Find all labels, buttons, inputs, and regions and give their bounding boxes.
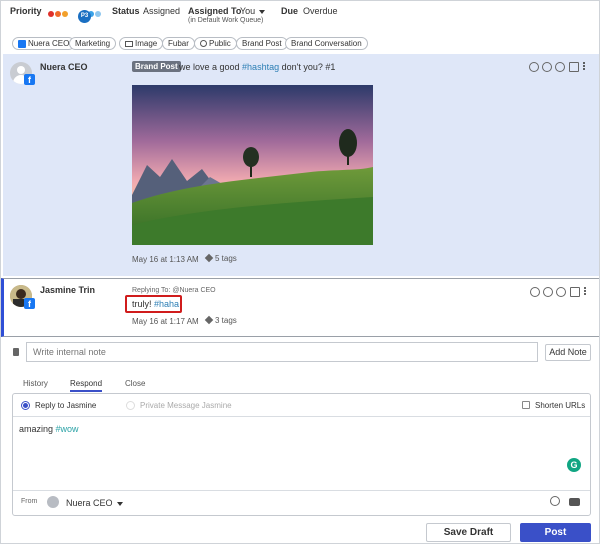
- post-actions: [529, 62, 589, 73]
- priority-dot: [62, 11, 68, 17]
- compose-textarea[interactable]: amazing #wow: [19, 424, 79, 434]
- tag-chip[interactable]: Brand Post: [236, 37, 288, 50]
- tag-icon: [204, 315, 214, 325]
- brand-post-badge: Brand Post: [132, 61, 181, 72]
- reply-text: truly! #haha: [132, 299, 179, 309]
- chevron-down-icon: [116, 501, 123, 506]
- reply-author[interactable]: Jasmine Trin: [40, 285, 95, 295]
- status-label: Status: [112, 6, 140, 16]
- post-button[interactable]: Post: [520, 523, 591, 542]
- message-view: Priority P3 Status Assigned Assigned To …: [0, 0, 600, 544]
- reply-card[interactable]: f Jasmine Trin Replying To: @Nuera CEO t…: [1, 278, 599, 337]
- compose-text: amazing: [19, 424, 56, 434]
- internal-note-input[interactable]: [26, 342, 538, 362]
- tag-label: Public: [209, 39, 231, 48]
- hashtag-link: #wow: [55, 424, 79, 434]
- save-draft-button[interactable]: Save Draft: [426, 523, 511, 542]
- avatar: [47, 496, 59, 508]
- tab-respond[interactable]: Respond: [70, 379, 103, 392]
- hashtag-link[interactable]: #hashtag: [242, 62, 279, 72]
- tag-chip[interactable]: Brand Conversation: [285, 37, 368, 50]
- reply-option-label[interactable]: Reply to Jasmine: [35, 401, 96, 410]
- open-external-icon[interactable]: [569, 62, 579, 72]
- tag-chip[interactable]: Fubar: [162, 37, 195, 50]
- status-value[interactable]: Assigned: [143, 6, 180, 16]
- reply-actions: [530, 287, 592, 298]
- from-account-name: Nuera CEO: [66, 498, 113, 508]
- priority-dot: [48, 11, 54, 17]
- post-tag-count[interactable]: 5 tags: [204, 253, 237, 263]
- post-author[interactable]: Nuera CEO: [40, 62, 88, 72]
- assigned-queue: (in Default Work Queue): [188, 17, 264, 24]
- tab-bar: History Respond Close: [12, 379, 591, 393]
- grammarly-icon[interactable]: G: [567, 458, 581, 472]
- tag-chip[interactable]: Marketing: [69, 37, 117, 50]
- tag-icon: [204, 253, 214, 263]
- tag-label: Brand Conversation: [291, 39, 362, 48]
- private-message-label[interactable]: Private Message Jasmine: [140, 401, 232, 410]
- open-external-icon[interactable]: [570, 287, 580, 297]
- tab-history[interactable]: History: [23, 379, 48, 388]
- emoji-icon[interactable]: [542, 62, 552, 72]
- due-value: Overdue: [303, 6, 338, 16]
- image-icon: [125, 40, 133, 47]
- private-message-radio[interactable]: [126, 401, 135, 410]
- post-image[interactable]: [132, 85, 373, 245]
- emoji-icon[interactable]: [556, 287, 566, 297]
- shorten-urls-label[interactable]: Shorten URLs: [535, 401, 585, 410]
- tab-close[interactable]: Close: [125, 379, 145, 388]
- from-label: From: [21, 498, 38, 505]
- more-options-icon[interactable]: [584, 287, 587, 297]
- emoji-icon[interactable]: [555, 62, 565, 72]
- more-options-icon[interactable]: [583, 62, 586, 72]
- hashtag-link[interactable]: #haha: [154, 299, 179, 309]
- tag-chip[interactable]: Image: [119, 37, 164, 50]
- tag-label: Nuera CEO: [28, 39, 70, 48]
- tag-count-label: 3 tags: [215, 316, 237, 325]
- facebook-icon: f: [24, 298, 35, 309]
- tag-chip[interactable]: Public: [194, 37, 237, 50]
- reply-text-start: truly!: [132, 299, 155, 309]
- priority-label: Priority: [10, 6, 42, 16]
- reply-tag-count[interactable]: 3 tags: [204, 315, 237, 325]
- note-icon: [13, 348, 19, 356]
- facebook-icon: [18, 39, 26, 48]
- assigned-label: Assigned To: [188, 6, 242, 16]
- due-label: Due: [281, 6, 299, 16]
- tag-label: Marketing: [75, 39, 111, 48]
- emoji-icon[interactable]: [543, 287, 553, 297]
- tag-label: Fubar: [168, 39, 189, 48]
- post-text-start: we love a good: [179, 62, 243, 72]
- compose-box: Reply to Jasmine Private Message Jasmine…: [12, 393, 591, 516]
- tag-count-label: 5 tags: [215, 254, 237, 263]
- facebook-icon: f: [24, 74, 35, 85]
- from-account-dropdown[interactable]: Nuera CEO: [66, 498, 123, 508]
- assigned-value: You: [240, 6, 256, 16]
- add-note-button[interactable]: Add Note: [545, 344, 591, 361]
- post-text: we love a good #hashtag don't you? #1: [179, 62, 335, 72]
- emoji-icon[interactable]: [529, 62, 539, 72]
- camera-icon[interactable]: [569, 498, 580, 506]
- tag-label: Image: [135, 39, 158, 48]
- replying-to: Replying To: @Nuera CEO: [132, 287, 216, 294]
- priority-dot: [95, 11, 101, 17]
- priority-dot: [55, 11, 61, 17]
- message-meta: Priority P3 Status Assigned Assigned To …: [10, 5, 590, 35]
- shorten-urls-checkbox[interactable]: [522, 401, 530, 409]
- tag-label: Brand Post: [242, 39, 282, 48]
- divider: [13, 490, 590, 491]
- reply-radio[interactable]: [21, 401, 30, 410]
- emoji-icon[interactable]: [550, 496, 560, 506]
- tag-chip[interactable]: Nuera CEO: [12, 37, 76, 50]
- chevron-down-icon: [259, 9, 266, 14]
- post-text-end: don't you? #1: [279, 62, 336, 72]
- priority-badge[interactable]: P3: [78, 10, 91, 23]
- globe-icon: [200, 40, 207, 48]
- assigned-dropdown[interactable]: You: [240, 6, 266, 16]
- emoji-icon[interactable]: [530, 287, 540, 297]
- post-timestamp: May 16 at 1:13 AM: [132, 255, 199, 264]
- reply-timestamp: May 16 at 1:17 AM: [132, 317, 199, 326]
- brand-post-card: f Nuera CEO Brand Post we love a good #h…: [3, 54, 599, 276]
- divider: [13, 416, 590, 417]
